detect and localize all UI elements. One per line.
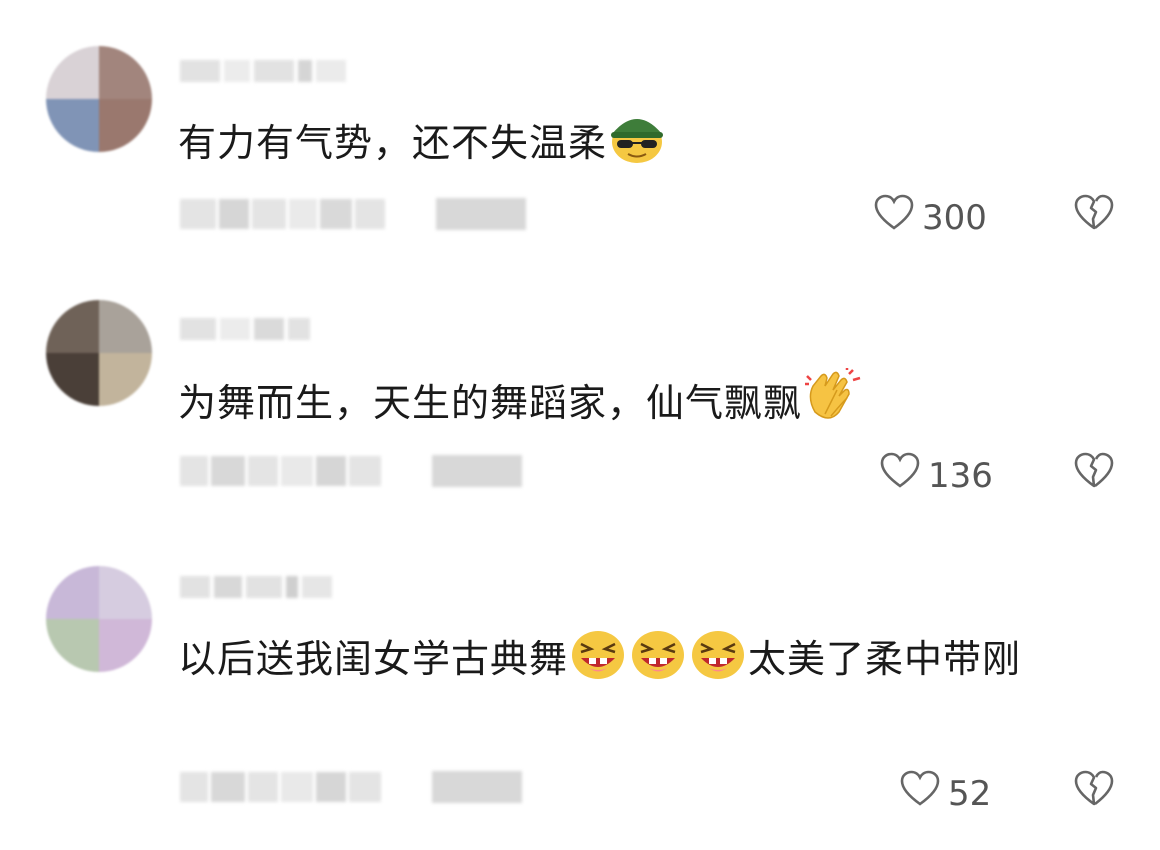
dislike-button[interactable] bbox=[1074, 452, 1114, 494]
username[interactable] bbox=[180, 574, 332, 600]
username[interactable] bbox=[180, 58, 346, 84]
avatar[interactable] bbox=[46, 566, 152, 672]
comment-meta bbox=[180, 195, 526, 233]
clapping-hands-emoji-icon bbox=[803, 366, 863, 440]
heart-outline-icon bbox=[880, 452, 920, 499]
comment-text: 以后送我闺女学古典舞 太美了柔中带刚 bbox=[178, 628, 1108, 696]
laughing-face-emoji-icon bbox=[689, 628, 747, 696]
comment-list: 有力有气势，还不失温柔 300 为舞而生，天生的舞蹈家，仙气飘飘 136 以后送… bbox=[0, 0, 1160, 850]
reply-button[interactable] bbox=[432, 771, 522, 803]
comment-text: 有力有气势，还不失温柔 bbox=[178, 112, 1108, 180]
dislike-button[interactable] bbox=[1074, 194, 1114, 236]
laughing-face-emoji-icon bbox=[629, 628, 687, 696]
like-button[interactable]: 52 bbox=[900, 770, 991, 817]
like-button[interactable]: 300 bbox=[874, 194, 987, 241]
like-button[interactable]: 136 bbox=[880, 452, 993, 499]
comment-text: 为舞而生，天生的舞蹈家，仙气飘飘 bbox=[178, 366, 1108, 440]
broken-heart-outline-icon bbox=[1074, 452, 1114, 494]
reply-button[interactable] bbox=[432, 455, 522, 487]
comment-meta bbox=[180, 452, 522, 490]
broken-heart-outline-icon bbox=[1074, 194, 1114, 236]
broken-heart-outline-icon bbox=[1074, 770, 1114, 812]
like-count: 52 bbox=[948, 773, 992, 814]
reply-button[interactable] bbox=[436, 198, 526, 230]
comment-text-part1: 以后送我闺女学古典舞 bbox=[178, 637, 569, 681]
comment-text-part2: 太美了柔中带刚 bbox=[748, 637, 1022, 681]
avatar[interactable] bbox=[46, 300, 152, 406]
comment-text-content: 有力有气势，还不失温柔 bbox=[178, 121, 608, 165]
like-count: 136 bbox=[928, 455, 993, 496]
like-count: 300 bbox=[922, 197, 987, 238]
heart-outline-icon bbox=[900, 770, 940, 817]
laughing-face-emoji-icon bbox=[569, 628, 627, 696]
comment-text-content: 为舞而生，天生的舞蹈家，仙气飘飘 bbox=[178, 381, 803, 425]
sunglasses-helmet-emoji-icon bbox=[608, 112, 666, 180]
comment-meta bbox=[180, 768, 522, 806]
username[interactable] bbox=[180, 316, 310, 342]
avatar[interactable] bbox=[46, 46, 152, 152]
heart-outline-icon bbox=[874, 194, 914, 241]
dislike-button[interactable] bbox=[1074, 770, 1114, 812]
